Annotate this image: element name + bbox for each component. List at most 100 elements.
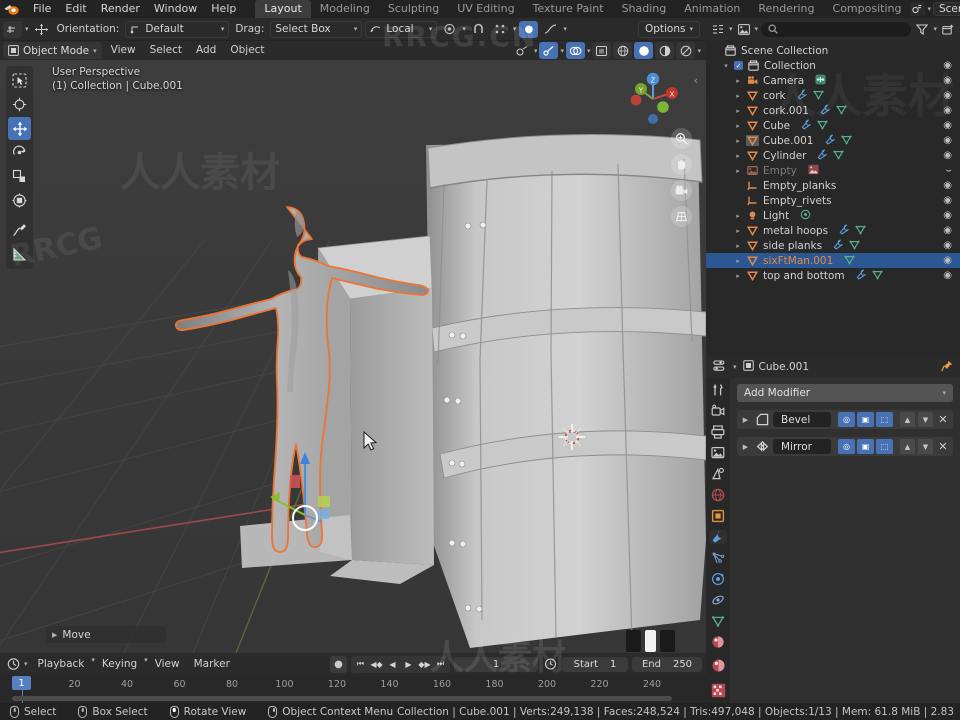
menu-edit[interactable]: Edit [58, 0, 93, 18]
eye-icon[interactable]: ◉ [943, 90, 952, 101]
record-dot-icon[interactable]: ● [330, 655, 347, 673]
workspace-tab-sculpting[interactable]: Sculpting [379, 0, 448, 18]
data-tab[interactable] [709, 614, 727, 628]
transform-tool[interactable] [8, 189, 31, 212]
scene-chevron-icon[interactable]: ▾ [927, 5, 931, 13]
perspective-toggle-icon[interactable] [671, 206, 692, 227]
collection-eye-icon[interactable]: ◉ [943, 60, 952, 71]
visibility-chevron-icon[interactable]: ▾ [534, 47, 538, 55]
outliner-row-sixftman-001[interactable]: ▸ sixFtMan.001 ◉ [706, 253, 960, 268]
outliner-row-top-and-bottom[interactable]: ▸ top and bottom ◉ [706, 268, 960, 283]
modifier-row-mirror[interactable]: ▶ Mirror ◎ ▣ ⬚ ▲ ▼ ✕ [737, 437, 953, 456]
rotate-tool[interactable] [8, 141, 31, 164]
workspace-tab-modeling[interactable]: Modeling [311, 0, 379, 18]
eye-icon[interactable]: ◉ [943, 225, 952, 236]
object-tab[interactable] [709, 509, 727, 523]
viewport-menu-select[interactable]: Select [143, 42, 189, 59]
tool-tab[interactable] [709, 383, 727, 397]
arrow-down-icon[interactable]: ▼ [918, 439, 933, 454]
outliner-row-scene-collection[interactable]: Scene Collection [706, 43, 960, 58]
material-sphere-icon[interactable] [709, 656, 727, 674]
eye-icon[interactable]: ◉ [943, 120, 952, 131]
outliner-row-side-planks[interactable]: ▸ side planks ◉ [706, 238, 960, 253]
viewport-menu-add[interactable]: Add [189, 42, 223, 59]
modifier-name-field[interactable]: Bevel [773, 412, 831, 427]
annotate-tool[interactable] [8, 219, 31, 242]
menu-help[interactable]: Help [204, 0, 243, 18]
modifier-icon[interactable] [820, 103, 831, 118]
outliner-row-cube[interactable]: ▸ Cube ◉ [706, 118, 960, 133]
viewport-menu-view[interactable]: View [104, 42, 143, 59]
snap-grid-icon[interactable] [491, 21, 510, 38]
eye-icon[interactable]: ◉ [943, 210, 952, 221]
scale-tool[interactable] [8, 165, 31, 188]
timeline-editor-icon[interactable] [5, 656, 21, 673]
scene-name-field[interactable]: Scene [932, 2, 960, 16]
orientation-dropdown[interactable]: Default ▾ [125, 20, 230, 38]
eye-icon[interactable]: ◉ [943, 135, 952, 146]
mesh-data-icon[interactable] [833, 149, 845, 163]
collection-disclosure-icon[interactable]: ▾ [722, 62, 730, 70]
mode-dropdown[interactable]: Object Mode ▾ [3, 42, 102, 59]
arrow-up-icon[interactable]: ▲ [900, 412, 915, 427]
timeline-editor-chevron-icon[interactable]: ▾ [24, 660, 28, 668]
eye-icon[interactable]: ◉ [943, 150, 952, 161]
modifier-row-bevel[interactable]: ▶ Bevel ◎ ▣ ⬚ ▲ ▼ ✕ [737, 410, 953, 429]
snap-target-icon[interactable]: ● [519, 20, 539, 38]
pivot-dropdown[interactable]: Local ▾ [365, 20, 438, 38]
render-icon[interactable]: ◎ [838, 412, 855, 427]
mesh-data-icon[interactable] [871, 269, 883, 283]
disclosure-triangle-icon[interactable]: ▸ [734, 92, 742, 100]
disclosure-triangle-icon[interactable]: ▸ [734, 227, 742, 235]
modifier-icon[interactable] [817, 148, 828, 163]
render-icon[interactable]: ◎ [838, 439, 855, 454]
outliner-display-chevron-icon[interactable]: ▾ [729, 25, 733, 33]
modifier-expand-icon[interactable]: ▶ [740, 416, 751, 424]
eye-icon[interactable]: ◉ [943, 180, 952, 191]
disclosure-triangle-icon[interactable]: ▸ [734, 212, 742, 220]
outliner-row-metal-hoops[interactable]: ▸ metal hoops ◉ [706, 223, 960, 238]
operator-redo-panel[interactable]: ▶ Move [46, 626, 166, 643]
playhead[interactable]: 1 [12, 676, 31, 690]
mesh-data-icon[interactable] [836, 104, 847, 118]
gizmo-chevron-icon[interactable]: ▾ [560, 47, 564, 55]
gizmo-icon[interactable] [539, 42, 559, 59]
timeline-menu-keying[interactable]: Keying [95, 656, 144, 673]
sidebar-collapse-arrow-icon[interactable]: ‹ [694, 74, 698, 87]
scene-icon[interactable] [910, 2, 926, 16]
menu-file[interactable]: File [26, 0, 58, 18]
mesh-data-icon[interactable] [812, 89, 824, 103]
properties-editor-icon[interactable] [713, 359, 727, 375]
xray-toggle-icon[interactable] [592, 42, 612, 59]
viewport-icon[interactable]: ▣ [857, 439, 874, 454]
render-tab[interactable] [709, 404, 727, 418]
eye-icon[interactable]: ◉ [943, 105, 952, 116]
disclosure-triangle-icon[interactable]: ▸ [734, 272, 742, 280]
disclosure-triangle-icon[interactable]: ▸ [734, 107, 742, 115]
outliner-row-cork[interactable]: ▸ cork ◉ [706, 88, 960, 103]
workspace-tab-compositing[interactable]: Compositing [824, 0, 911, 18]
filter-chevron-icon[interactable]: ▾ [933, 25, 937, 33]
light-data-icon[interactable] [800, 209, 811, 223]
world-tab[interactable] [709, 488, 727, 502]
play-icon[interactable]: ▶ [401, 657, 416, 672]
pin-icon[interactable] [941, 360, 953, 375]
constraints-tab[interactable] [709, 593, 727, 607]
workspace-tab-uv-editing[interactable]: UV Editing [448, 0, 523, 18]
disclosure-triangle-icon[interactable]: ▸ [734, 137, 742, 145]
proportional-falloff-icon[interactable] [541, 21, 560, 38]
outliner-row-empty[interactable]: ▸ Empty ⌣ [706, 163, 960, 178]
blender-logo-icon[interactable] [4, 2, 20, 16]
properties-editor-chevron-icon[interactable]: ▾ [733, 363, 737, 371]
hand-pan-icon[interactable] [671, 154, 692, 175]
jump-end-icon[interactable]: ⏭ [433, 657, 448, 672]
timeline-menu-playback[interactable]: Playback [31, 656, 92, 673]
mesh-data-icon[interactable] [817, 119, 828, 133]
viewlayer-tab[interactable] [709, 446, 727, 460]
zoom-icon[interactable] [671, 128, 692, 149]
eye-icon[interactable]: ◉ [943, 270, 952, 281]
disclosure-triangle-icon[interactable]: ▸ [734, 77, 742, 85]
mesh-data-icon[interactable] [840, 134, 852, 148]
operator-expand-icon[interactable]: ▶ [52, 631, 57, 639]
3d-viewport[interactable]: User Perspective (1) Collection | Cube.0… [0, 60, 706, 653]
